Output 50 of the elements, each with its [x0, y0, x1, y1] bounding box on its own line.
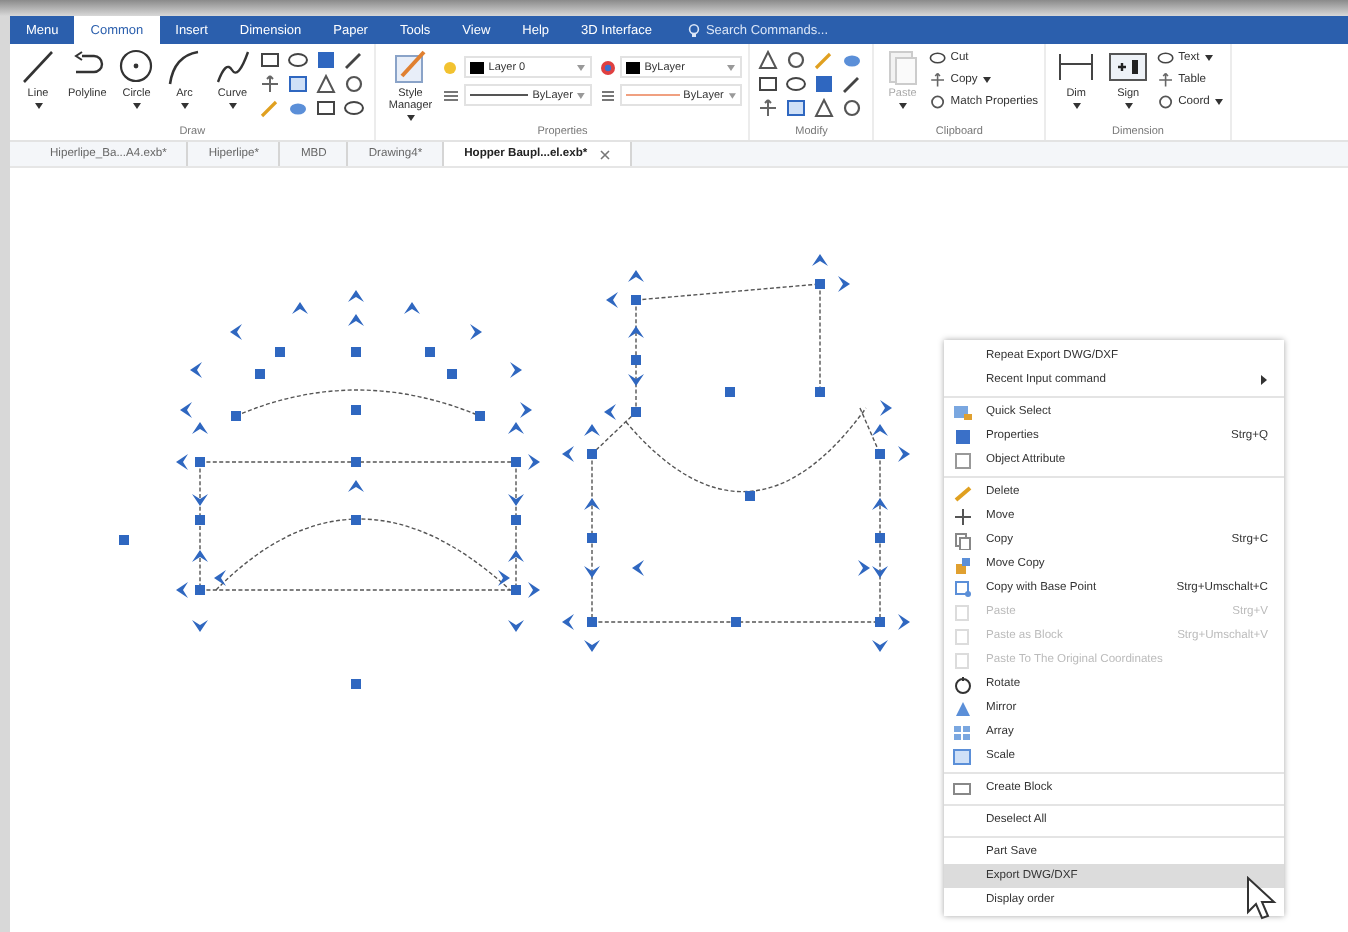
rectangle-icon[interactable]: [756, 74, 781, 94]
caret-icon: [576, 91, 587, 99]
move-icon[interactable]: [756, 98, 781, 118]
ellipse-icon: [1156, 50, 1175, 66]
paste-icon: [951, 627, 973, 645]
rectangle-icon[interactable]: [258, 50, 283, 70]
base-point-copy-icon: [951, 579, 973, 597]
rectangle-icon[interactable]: [314, 98, 339, 118]
ellipse-icon[interactable]: [286, 50, 311, 70]
linetype-icon[interactable]: [442, 87, 461, 103]
caret-icon: [726, 63, 737, 71]
move-icon: [1156, 72, 1175, 88]
ellipse-icon[interactable]: [784, 74, 809, 94]
submenu-arrow-icon: [1260, 374, 1268, 386]
style-manager-icon: [392, 48, 429, 86]
color-wheel-icon[interactable]: [600, 59, 617, 75]
arc-icon: [166, 48, 203, 86]
move-copy-icon: [951, 555, 973, 573]
caret-icon: [727, 91, 737, 99]
circle-icon[interactable]: [840, 98, 865, 118]
move-icon[interactable]: [258, 74, 283, 94]
circle-icon: [118, 48, 155, 86]
move-icon: [928, 72, 947, 88]
circle-icon: [1156, 94, 1175, 110]
paste-icon: [951, 603, 973, 621]
triangle-icon[interactable]: [314, 74, 339, 94]
copy-icon: [951, 531, 973, 549]
ellipse-icon: [928, 50, 947, 66]
circle-icon[interactable]: [342, 74, 367, 94]
triangle-icon[interactable]: [812, 98, 837, 118]
rotate-icon: [951, 675, 973, 693]
triangle-icon[interactable]: [756, 50, 781, 70]
square-icon[interactable]: [784, 98, 809, 118]
move-icon: [951, 507, 973, 525]
circle-icon[interactable]: [784, 50, 809, 70]
curve-icon: [214, 48, 251, 86]
square-icon[interactable]: [286, 74, 311, 94]
properties-icon: [951, 427, 973, 445]
scale-icon: [951, 747, 973, 765]
circle-icon: [928, 94, 947, 110]
dimension-icon: [1056, 48, 1097, 86]
caret-icon: [576, 63, 587, 71]
ellipse-icon[interactable]: [342, 98, 367, 118]
mirror-icon: [951, 699, 973, 717]
close-icon[interactable]: [599, 149, 610, 159]
array-icon: [951, 723, 973, 741]
cursor-icon: [1246, 876, 1278, 920]
lineweight-icon[interactable]: [600, 87, 617, 103]
paste-icon: [951, 651, 973, 669]
line-icon: [20, 48, 56, 86]
